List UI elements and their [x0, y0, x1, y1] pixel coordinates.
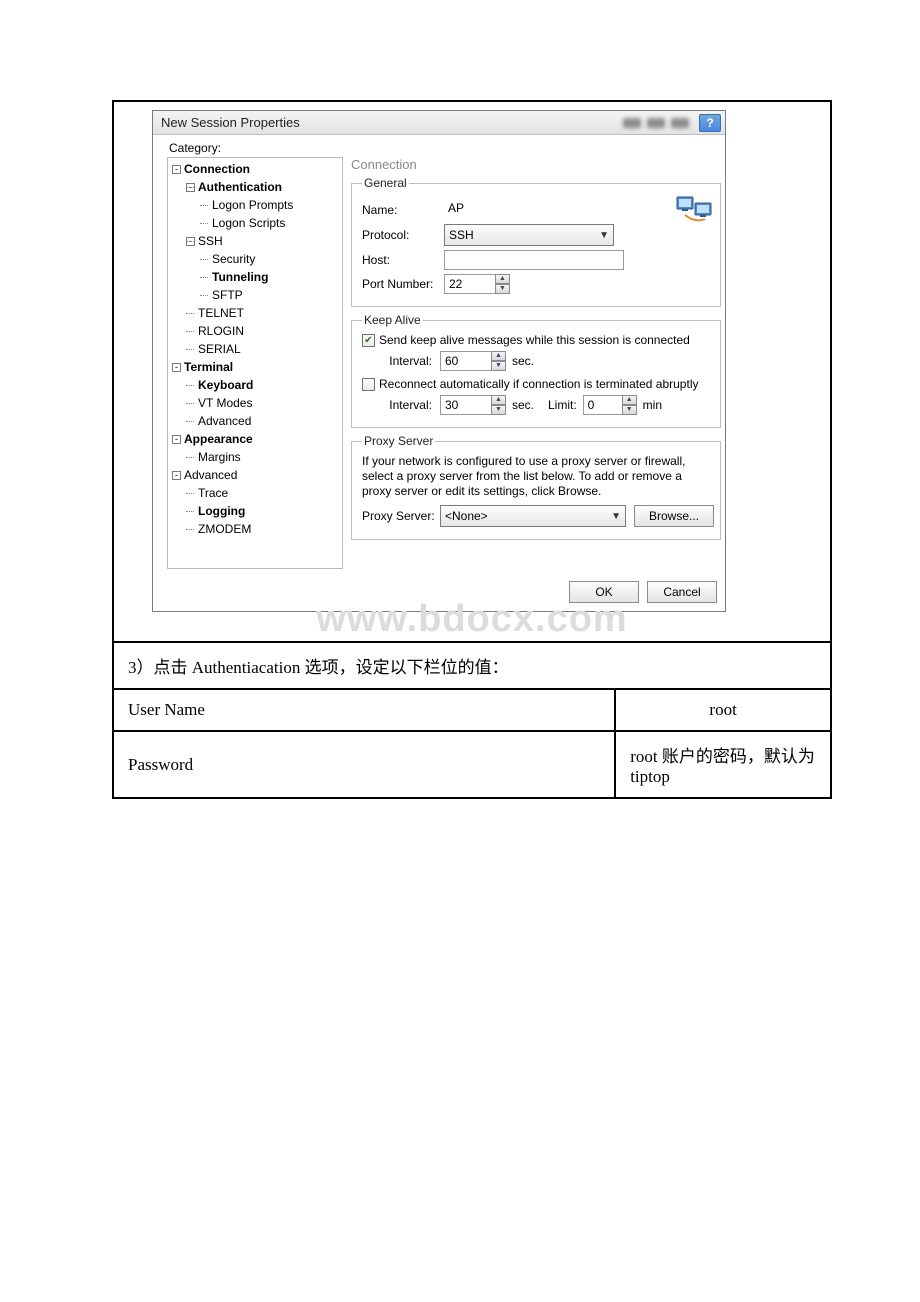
tree-sftp[interactable]: SFTP — [200, 286, 243, 304]
chevron-down-icon: ▼ — [611, 511, 621, 522]
sec-label: sec. — [512, 354, 534, 368]
user-name-value: root — [615, 689, 830, 731]
host-label: Host: — [362, 253, 444, 267]
user-name-label: User Name — [114, 689, 615, 731]
cancel-button[interactable]: Cancel — [647, 581, 717, 603]
name-label: Name: — [362, 203, 444, 217]
protocol-select[interactable]: SSH ▼ — [444, 224, 614, 246]
tree-logging[interactable]: Logging — [186, 502, 245, 520]
interval1-label: Interval: — [380, 354, 440, 368]
password-value: root 账户的密码，默认为tiptop — [615, 731, 830, 797]
port-input[interactable] — [444, 274, 496, 294]
interval1-spinner[interactable]: ▲▼ — [440, 351, 506, 371]
send-keepalive-label: Send keep alive messages while this sess… — [379, 333, 690, 347]
spinner-buttons[interactable]: ▲▼ — [495, 274, 510, 294]
expand-icon[interactable]: - — [186, 183, 195, 192]
session-properties-window: New Session Properties ? Category: -Conn… — [152, 110, 726, 612]
interval1-input[interactable] — [440, 351, 492, 371]
tree-margins[interactable]: Margins — [186, 448, 241, 466]
general-group: General Name: AP Protocol: SSH ▼ — [351, 176, 721, 307]
general-legend: General — [362, 176, 409, 190]
titlebar: New Session Properties ? — [153, 111, 725, 135]
tree-trace[interactable]: Trace — [186, 484, 228, 502]
proxy-value: <None> — [445, 509, 488, 523]
expand-icon[interactable]: - — [186, 237, 195, 246]
spinner-buttons[interactable]: ▲▼ — [491, 351, 506, 371]
browse-button[interactable]: Browse... — [634, 505, 714, 527]
interval2-spinner[interactable]: ▲▼ — [440, 395, 506, 415]
limit-spinner[interactable]: ▲▼ — [583, 395, 637, 415]
panel-header: Connection — [351, 157, 721, 176]
tree-authentication[interactable]: Authentication — [198, 180, 282, 194]
expand-icon[interactable]: - — [172, 165, 181, 174]
tree-logon-scripts[interactable]: Logon Scripts — [200, 214, 285, 232]
category-label: Category: — [167, 141, 725, 157]
limit-input[interactable] — [583, 395, 623, 415]
name-input[interactable]: AP — [444, 200, 624, 220]
tree-terminal-advanced[interactable]: Advanced — [186, 412, 251, 430]
tree-security[interactable]: Security — [200, 250, 255, 268]
proxy-group: Proxy Server If your network is configur… — [351, 434, 721, 540]
credentials-table: User Name root Password root 账户的密码，默认为ti… — [114, 688, 830, 797]
keepalive-group: Keep Alive ✔ Send keep alive messages wh… — [351, 313, 721, 428]
table-row: Password root 账户的密码，默认为tiptop — [114, 731, 830, 797]
port-label: Port Number: — [362, 277, 444, 291]
help-icon[interactable]: ? — [699, 114, 721, 132]
tree-tunneling[interactable]: Tunneling — [200, 268, 268, 286]
min-label: min — [643, 398, 662, 412]
interval2-input[interactable] — [440, 395, 492, 415]
spinner-buttons[interactable]: ▲▼ — [622, 395, 637, 415]
tree-rlogin[interactable]: RLOGIN — [186, 322, 244, 340]
settings-panel: Connection General — [343, 157, 725, 569]
page-container: New Session Properties ? Category: -Conn… — [112, 100, 832, 799]
proxy-legend: Proxy Server — [362, 434, 435, 448]
tree-appearance[interactable]: Appearance — [184, 432, 253, 446]
tree-terminal[interactable]: Terminal — [184, 360, 233, 374]
proxy-select[interactable]: <None> ▼ — [440, 505, 626, 527]
tree-telnet[interactable]: TELNET — [186, 304, 244, 322]
tree-vt-modes[interactable]: VT Modes — [186, 394, 252, 412]
ok-button[interactable]: OK — [569, 581, 639, 603]
tree-logon-prompts[interactable]: Logon Prompts — [200, 196, 293, 214]
tree-zmodem[interactable]: ZMODEM — [186, 520, 251, 538]
interval2-label: Interval: — [380, 398, 440, 412]
keepalive-legend: Keep Alive — [362, 313, 423, 327]
reconnect-checkbox[interactable]: Reconnect automatically if connection is… — [362, 377, 714, 391]
instruction-text: 3）点击 Authentiacation 选项，设定以下栏位的值： — [114, 641, 830, 688]
window-title: New Session Properties — [161, 115, 300, 130]
titlebar-blur — [623, 118, 689, 128]
tree-advanced[interactable]: Advanced — [184, 468, 237, 482]
tree-ssh[interactable]: SSH — [198, 234, 223, 248]
proxy-description: If your network is configured to use a p… — [362, 454, 714, 499]
expand-icon[interactable]: - — [172, 471, 181, 480]
tree-connection[interactable]: Connection — [184, 162, 250, 176]
checkbox-checked-icon: ✔ — [362, 334, 375, 347]
protocol-label: Protocol: — [362, 228, 444, 242]
send-keepalive-checkbox[interactable]: ✔ Send keep alive messages while this se… — [362, 333, 714, 347]
checkbox-unchecked-icon — [362, 378, 375, 391]
spinner-buttons[interactable]: ▲▼ — [491, 395, 506, 415]
chevron-down-icon: ▼ — [599, 230, 609, 241]
limit-label: Limit: — [548, 398, 577, 412]
proxy-label: Proxy Server: — [362, 509, 440, 523]
tree-keyboard[interactable]: Keyboard — [186, 376, 253, 394]
table-row: User Name root — [114, 689, 830, 731]
password-label: Password — [114, 731, 615, 797]
connection-icon — [675, 191, 715, 225]
port-spinner[interactable]: ▲▼ — [444, 274, 510, 294]
expand-icon[interactable]: - — [172, 363, 181, 372]
category-tree[interactable]: -Connection -Authentication Logon Prompt… — [167, 157, 343, 569]
tree-serial[interactable]: SERIAL — [186, 340, 241, 358]
host-input[interactable] — [444, 250, 624, 270]
expand-icon[interactable]: - — [172, 435, 181, 444]
reconnect-label: Reconnect automatically if connection is… — [379, 377, 699, 391]
sec-label-2: sec. — [512, 398, 534, 412]
protocol-value: SSH — [449, 228, 474, 242]
